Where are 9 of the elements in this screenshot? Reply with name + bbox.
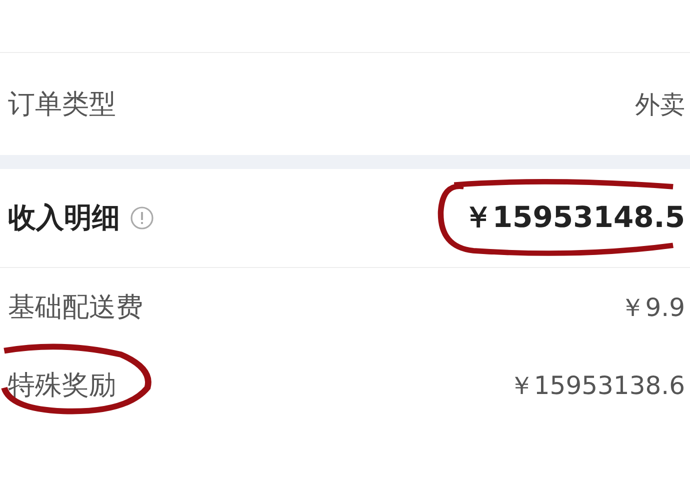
section-title: 收入明细	[8, 200, 120, 236]
row-label: 基础配送费	[8, 292, 143, 323]
row-label: 特殊奖励	[8, 370, 116, 401]
row-value: ￥9.9	[620, 292, 685, 324]
row-value: 外卖	[635, 88, 685, 120]
info-icon[interactable]	[130, 206, 154, 230]
total-amount: ￥15953148.5	[463, 200, 685, 234]
row-label: 订单类型	[8, 88, 116, 122]
row-value: ￥15953138.6	[508, 370, 685, 402]
